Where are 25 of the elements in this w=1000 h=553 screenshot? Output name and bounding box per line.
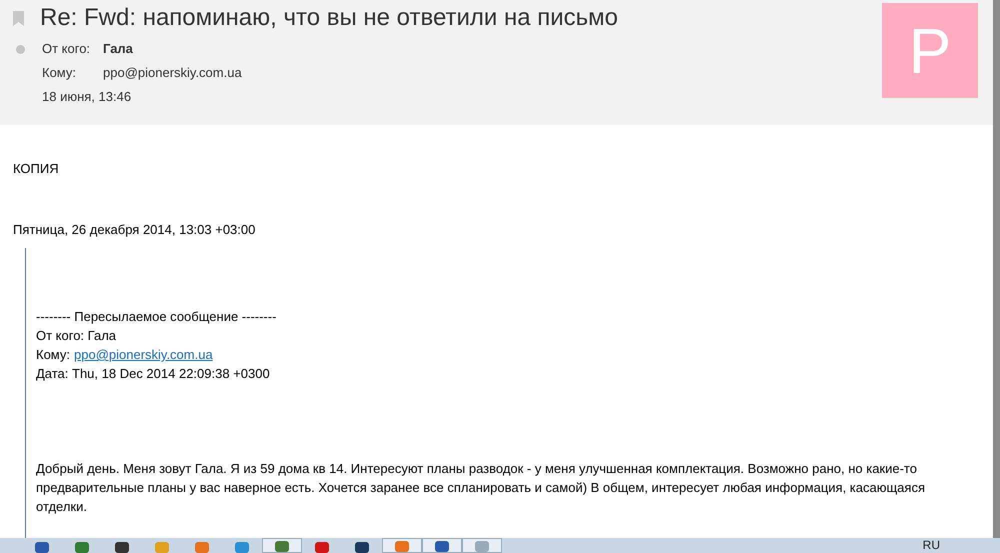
status-dot-icon[interactable]	[16, 44, 25, 54]
email-link[interactable]: ppo@pionerskiy.com.ua	[74, 345, 213, 364]
message-subject: Re: Fwd: напоминаю, что вы не ответили на письмо	[40, 3, 618, 33]
app-icon[interactable]	[115, 542, 129, 553]
sender-avatar: P	[882, 3, 978, 98]
language-indicator[interactable]: RU	[922, 538, 940, 553]
sent-date: Пятница, 26 декабря 2014, 13:03 +03:00	[13, 220, 256, 239]
forward-separator: -------- Пересылаемое сообщение --------	[36, 308, 278, 326]
message-date: 18 июня, 13:46	[42, 88, 132, 106]
app-icon[interactable]	[315, 542, 329, 553]
bookmark-icon[interactable]	[13, 10, 24, 26]
sender-name[interactable]: Гала	[103, 39, 133, 59]
app-icon[interactable]	[435, 541, 449, 552]
app-icon[interactable]	[275, 541, 289, 552]
app-icon[interactable]	[355, 542, 369, 553]
scrollbar[interactable]	[993, 0, 1000, 538]
quoted-date: Дата: Thu, 18 Dec 2014 22:09:38 +0300	[36, 365, 271, 383]
copy-label: КОПИЯ	[13, 160, 60, 178]
from-label: От кого:	[42, 40, 92, 58]
message-text: Добрый день. Меня зовут Гала. Я из 59 дома кв 14. Интересуют планы разводок - у меня улучшенная комплектация. Возможно рано, но какие-то предварительные планы у вас наверное есть. Хочется заранее все спланировать и самой) В общем, интересует любая информация, касающаяся отделки.	[36, 460, 926, 516]
quoted-from: От кого: Гала	[36, 327, 118, 345]
to-label: Кому:	[42, 64, 77, 82]
app-icon[interactable]	[35, 542, 49, 553]
quoted-to-label: Кому:	[36, 346, 70, 364]
recipient-address[interactable]: ppo@pionerskiy.com.ua	[103, 63, 242, 83]
